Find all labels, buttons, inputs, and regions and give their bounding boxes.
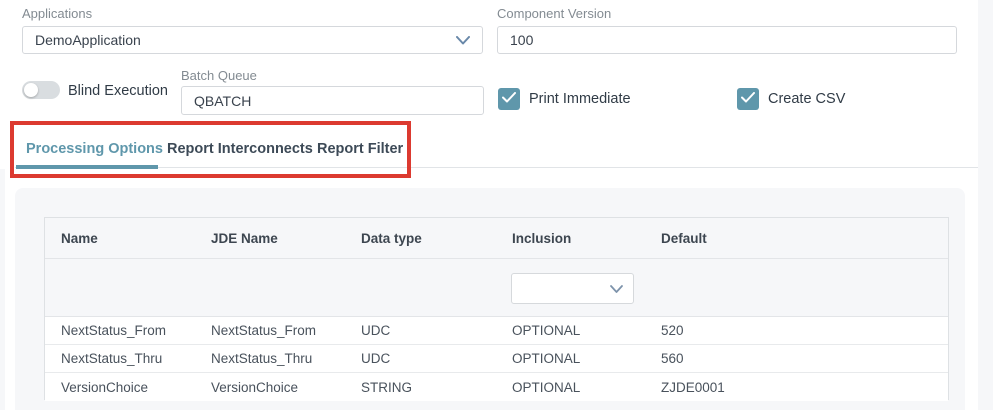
cell-jde-name: VersionChoice [195, 380, 345, 395]
batch-queue-label: Batch Queue [181, 68, 257, 83]
create-csv-checkbox[interactable] [737, 88, 759, 110]
component-version-value: 100 [510, 32, 533, 48]
table-header-row: Name JDE Name Data type Inclusion Defaul… [45, 218, 948, 259]
cell-jde-name: NextStatus_From [195, 323, 345, 338]
batch-queue-value: QBATCH [194, 93, 251, 109]
create-csv-label: Create CSV [768, 91, 845, 107]
cell-name: NextStatus_From [45, 323, 195, 338]
component-version-input[interactable]: 100 [497, 26, 957, 54]
cell-name: NextStatus_Thru [45, 351, 195, 366]
cell-data-type: UDC [345, 323, 496, 338]
table-row[interactable]: VersionChoice VersionChoice STRING OPTIO… [45, 373, 948, 401]
left-edge-strip [0, 169, 5, 410]
table-row[interactable]: NextStatus_From NextStatus_From UDC OPTI… [45, 317, 948, 345]
applications-select[interactable]: DemoApplication [22, 26, 483, 54]
column-header-data-type: Data type [345, 231, 496, 246]
component-version-label: Component Version [497, 6, 611, 21]
cell-default: 560 [645, 351, 948, 366]
cell-data-type: STRING [345, 380, 496, 395]
chevron-down-icon [610, 281, 623, 296]
chevron-down-icon [456, 32, 470, 48]
column-header-default: Default [645, 231, 948, 246]
cell-data-type: UDC [345, 351, 496, 366]
tab-processing-options[interactable]: Processing Options [26, 130, 163, 168]
check-icon [741, 90, 755, 108]
cell-name: VersionChoice [45, 380, 195, 395]
cell-inclusion: OPTIONAL [496, 380, 645, 395]
cell-inclusion: OPTIONAL [496, 323, 645, 338]
tab-bar: Processing Options Report Interconnects … [15, 130, 978, 168]
table-filter-row [45, 259, 948, 317]
applications-select-value: DemoApplication [35, 32, 141, 48]
column-header-inclusion: Inclusion [496, 231, 645, 246]
column-header-name: Name [45, 231, 195, 246]
table-row[interactable]: NextStatus_Thru NextStatus_Thru UDC OPTI… [45, 345, 948, 373]
check-icon [502, 90, 516, 108]
inclusion-filter-select[interactable] [511, 273, 634, 304]
cell-default: 520 [645, 323, 948, 338]
cell-inclusion: OPTIONAL [496, 351, 645, 366]
batch-queue-input[interactable]: QBATCH [181, 86, 484, 115]
tab-report-filter[interactable]: Report Filter [317, 130, 403, 168]
right-edge-strip [978, 0, 993, 410]
cell-default: ZJDE0001 [645, 380, 948, 395]
column-header-jde-name: JDE Name [195, 231, 345, 246]
applications-label: Applications [22, 6, 92, 21]
tab-report-interconnects[interactable]: Report Interconnects [167, 130, 313, 168]
blind-execution-label: Blind Execution [68, 83, 168, 99]
processing-options-table: Name JDE Name Data type Inclusion Defaul… [44, 217, 949, 400]
print-immediate-checkbox[interactable] [498, 88, 520, 110]
print-immediate-label: Print Immediate [529, 91, 631, 107]
toggle-knob [24, 83, 38, 97]
cell-jde-name: NextStatus_Thru [195, 351, 345, 366]
active-tab-underline [16, 165, 158, 169]
blind-execution-toggle[interactable] [22, 81, 60, 99]
report-design-form: Applications DemoApplication Component V… [0, 0, 993, 410]
